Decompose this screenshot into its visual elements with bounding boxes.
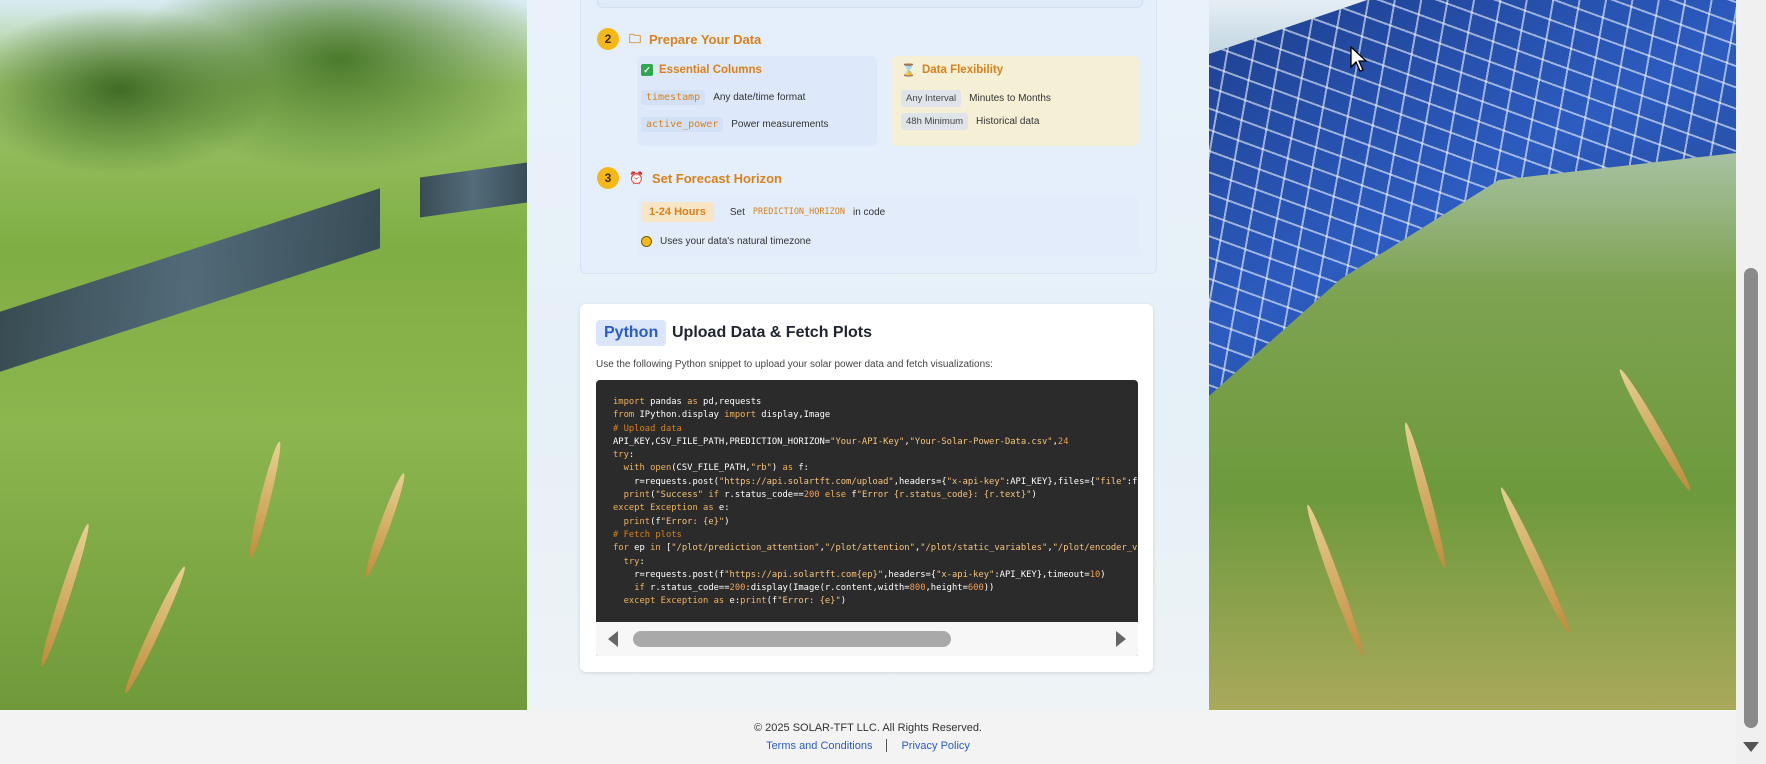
- page-scrollbar-thumb[interactable]: [1744, 268, 1758, 728]
- python-badge: Python: [596, 320, 667, 346]
- globe-icon: [641, 236, 652, 247]
- step-3-title: Set Forecast Horizon: [651, 170, 782, 186]
- code-lines[interactable]: import pandas as pd,requests from IPython…: [613, 396, 1138, 609]
- hourglass-icon: ⌛: [901, 63, 916, 77]
- privacy-link[interactable]: Privacy Policy: [901, 740, 969, 752]
- scroll-down-icon[interactable]: [1743, 742, 1759, 752]
- code-line: print(f"Error: {e}"): [623, 516, 730, 527]
- code-line: except Exception as e:print(f"Error: {e}…: [623, 596, 847, 607]
- footer-links: Terms and Conditions Privacy Policy: [766, 739, 970, 752]
- active-power-code: active_power: [641, 117, 724, 132]
- step-2-number: 2: [597, 28, 619, 50]
- essential-columns-title: Essential Columns: [659, 64, 762, 76]
- footer-divider: [886, 739, 888, 752]
- alarm-clock-icon: ⏰: [629, 171, 644, 185]
- essential-row-active-power: active_power Power measurements: [641, 117, 829, 132]
- step-2-title-wrap: 🗀 Prepare Your Data: [629, 32, 761, 47]
- step-3-header: 3 ⏰ Set Forecast Horizon: [597, 167, 782, 189]
- code-line: for ep in ["/plot/prediction_attention",…: [613, 543, 1138, 554]
- set-suffix: in code: [853, 206, 886, 218]
- data-flexibility-title: Data Flexibility: [921, 64, 1004, 76]
- main-content: 2 🗀 Prepare Your Data ✓ Essential Column…: [527, 0, 1209, 710]
- code-line: from IPython.display import display,Imag…: [613, 410, 831, 421]
- previous-step-box: [597, 0, 1143, 8]
- step-2-title: Prepare Your Data: [649, 31, 762, 47]
- flexibility-row-minimum: 48h Minimum Historical data: [901, 113, 1039, 130]
- code-line: try:: [613, 450, 635, 461]
- timezone-row: Uses your data's natural timezone: [641, 236, 811, 247]
- code-line: try:: [623, 556, 645, 567]
- code-line: with open(CSV_FILE_PATH,"rb") as f:: [623, 463, 809, 474]
- python-snippet-card: Python Upload Data & Fetch Plots Use the…: [580, 304, 1153, 672]
- data-flexibility-header: ⌛ Data Flexibility: [901, 64, 1003, 76]
- terms-link[interactable]: Terms and Conditions: [766, 740, 872, 752]
- any-interval-desc: Minutes to Months: [969, 93, 1051, 104]
- data-flexibility-card: ⌛ Data Flexibility Any Interval Minutes …: [891, 56, 1139, 146]
- getting-started-steps-card: 2 🗀 Prepare Your Data ✓ Essential Column…: [580, 0, 1157, 274]
- set-prefix: Set: [729, 206, 745, 218]
- code-line: r=requests.post(f"https://api.solartft.c…: [613, 569, 1106, 580]
- timestamp-code: timestamp: [641, 90, 706, 105]
- hours-badge: 1-24 Hours: [641, 202, 714, 222]
- left-landscape-image: [0, 0, 527, 710]
- minimum-desc: Historical data: [976, 116, 1040, 127]
- forecast-horizon-card: 1-24 Hours Set PREDICTION_HORIZON in cod…: [637, 196, 1139, 256]
- code-line: except Exception as e:: [613, 503, 730, 514]
- forecast-hours-row: 1-24 Hours Set PREDICTION_HORIZON in cod…: [641, 202, 885, 222]
- flexibility-row-interval: Any Interval Minutes to Months: [901, 90, 1051, 107]
- python-card-title: Upload Data & Fetch Plots: [672, 324, 873, 341]
- code-horizontal-scrollbar[interactable]: [596, 622, 1138, 656]
- footer: © 2025 SOLAR-TFT LLC. All Rights Reserve…: [0, 710, 1736, 764]
- code-line: import pandas as pd,requests: [613, 397, 762, 407]
- code-line: r=requests.post("https://api.solartft.co…: [613, 476, 1138, 487]
- prediction-horizon-code: PREDICTION_HORIZON: [752, 207, 845, 217]
- scroll-right-icon[interactable]: [1116, 631, 1126, 647]
- essential-columns-header: ✓ Essential Columns: [641, 64, 762, 76]
- timezone-note: Uses your data's natural timezone: [660, 236, 811, 247]
- step-3-title-wrap: ⏰ Set Forecast Horizon: [629, 171, 782, 186]
- code-line: print("Success" if r.status_code==200 el…: [623, 490, 1037, 501]
- minimum-pill: 48h Minimum: [901, 113, 969, 130]
- code-line: # Upload data: [613, 423, 682, 434]
- any-interval-pill: Any Interval: [901, 90, 962, 107]
- step-2-header: 2 🗀 Prepare Your Data: [597, 28, 761, 50]
- copyright-text: © 2025 SOLAR-TFT LLC. All Rights Reserve…: [754, 722, 982, 734]
- active-power-desc: Power measurements: [731, 119, 829, 130]
- essential-row-timestamp: timestamp Any date/time format: [641, 90, 805, 105]
- checkbox-icon: ✓: [641, 64, 653, 76]
- folder-icon: 🗀: [629, 32, 642, 46]
- page-vertical-scrollbar[interactable]: [1736, 0, 1766, 764]
- scrollbar-thumb[interactable]: [633, 631, 951, 647]
- code-line: API_KEY,CSV_FILE_PATH,PREDICTION_HORIZON…: [613, 436, 1069, 447]
- code-line: # Fetch plots: [613, 529, 682, 540]
- essential-columns-card: ✓ Essential Columns timestamp Any date/t…: [637, 56, 877, 146]
- mouse-cursor-icon: [1350, 46, 1368, 72]
- timestamp-desc: Any date/time format: [713, 92, 806, 103]
- code-block[interactable]: import pandas as pd,requests from IPython…: [596, 380, 1138, 656]
- python-card-description: Use the following Python snippet to uplo…: [596, 359, 993, 370]
- code-line: if r.status_code==200:display(Image(r.co…: [634, 583, 995, 594]
- step-3-number: 3: [597, 167, 619, 189]
- scroll-left-icon[interactable]: [608, 631, 618, 647]
